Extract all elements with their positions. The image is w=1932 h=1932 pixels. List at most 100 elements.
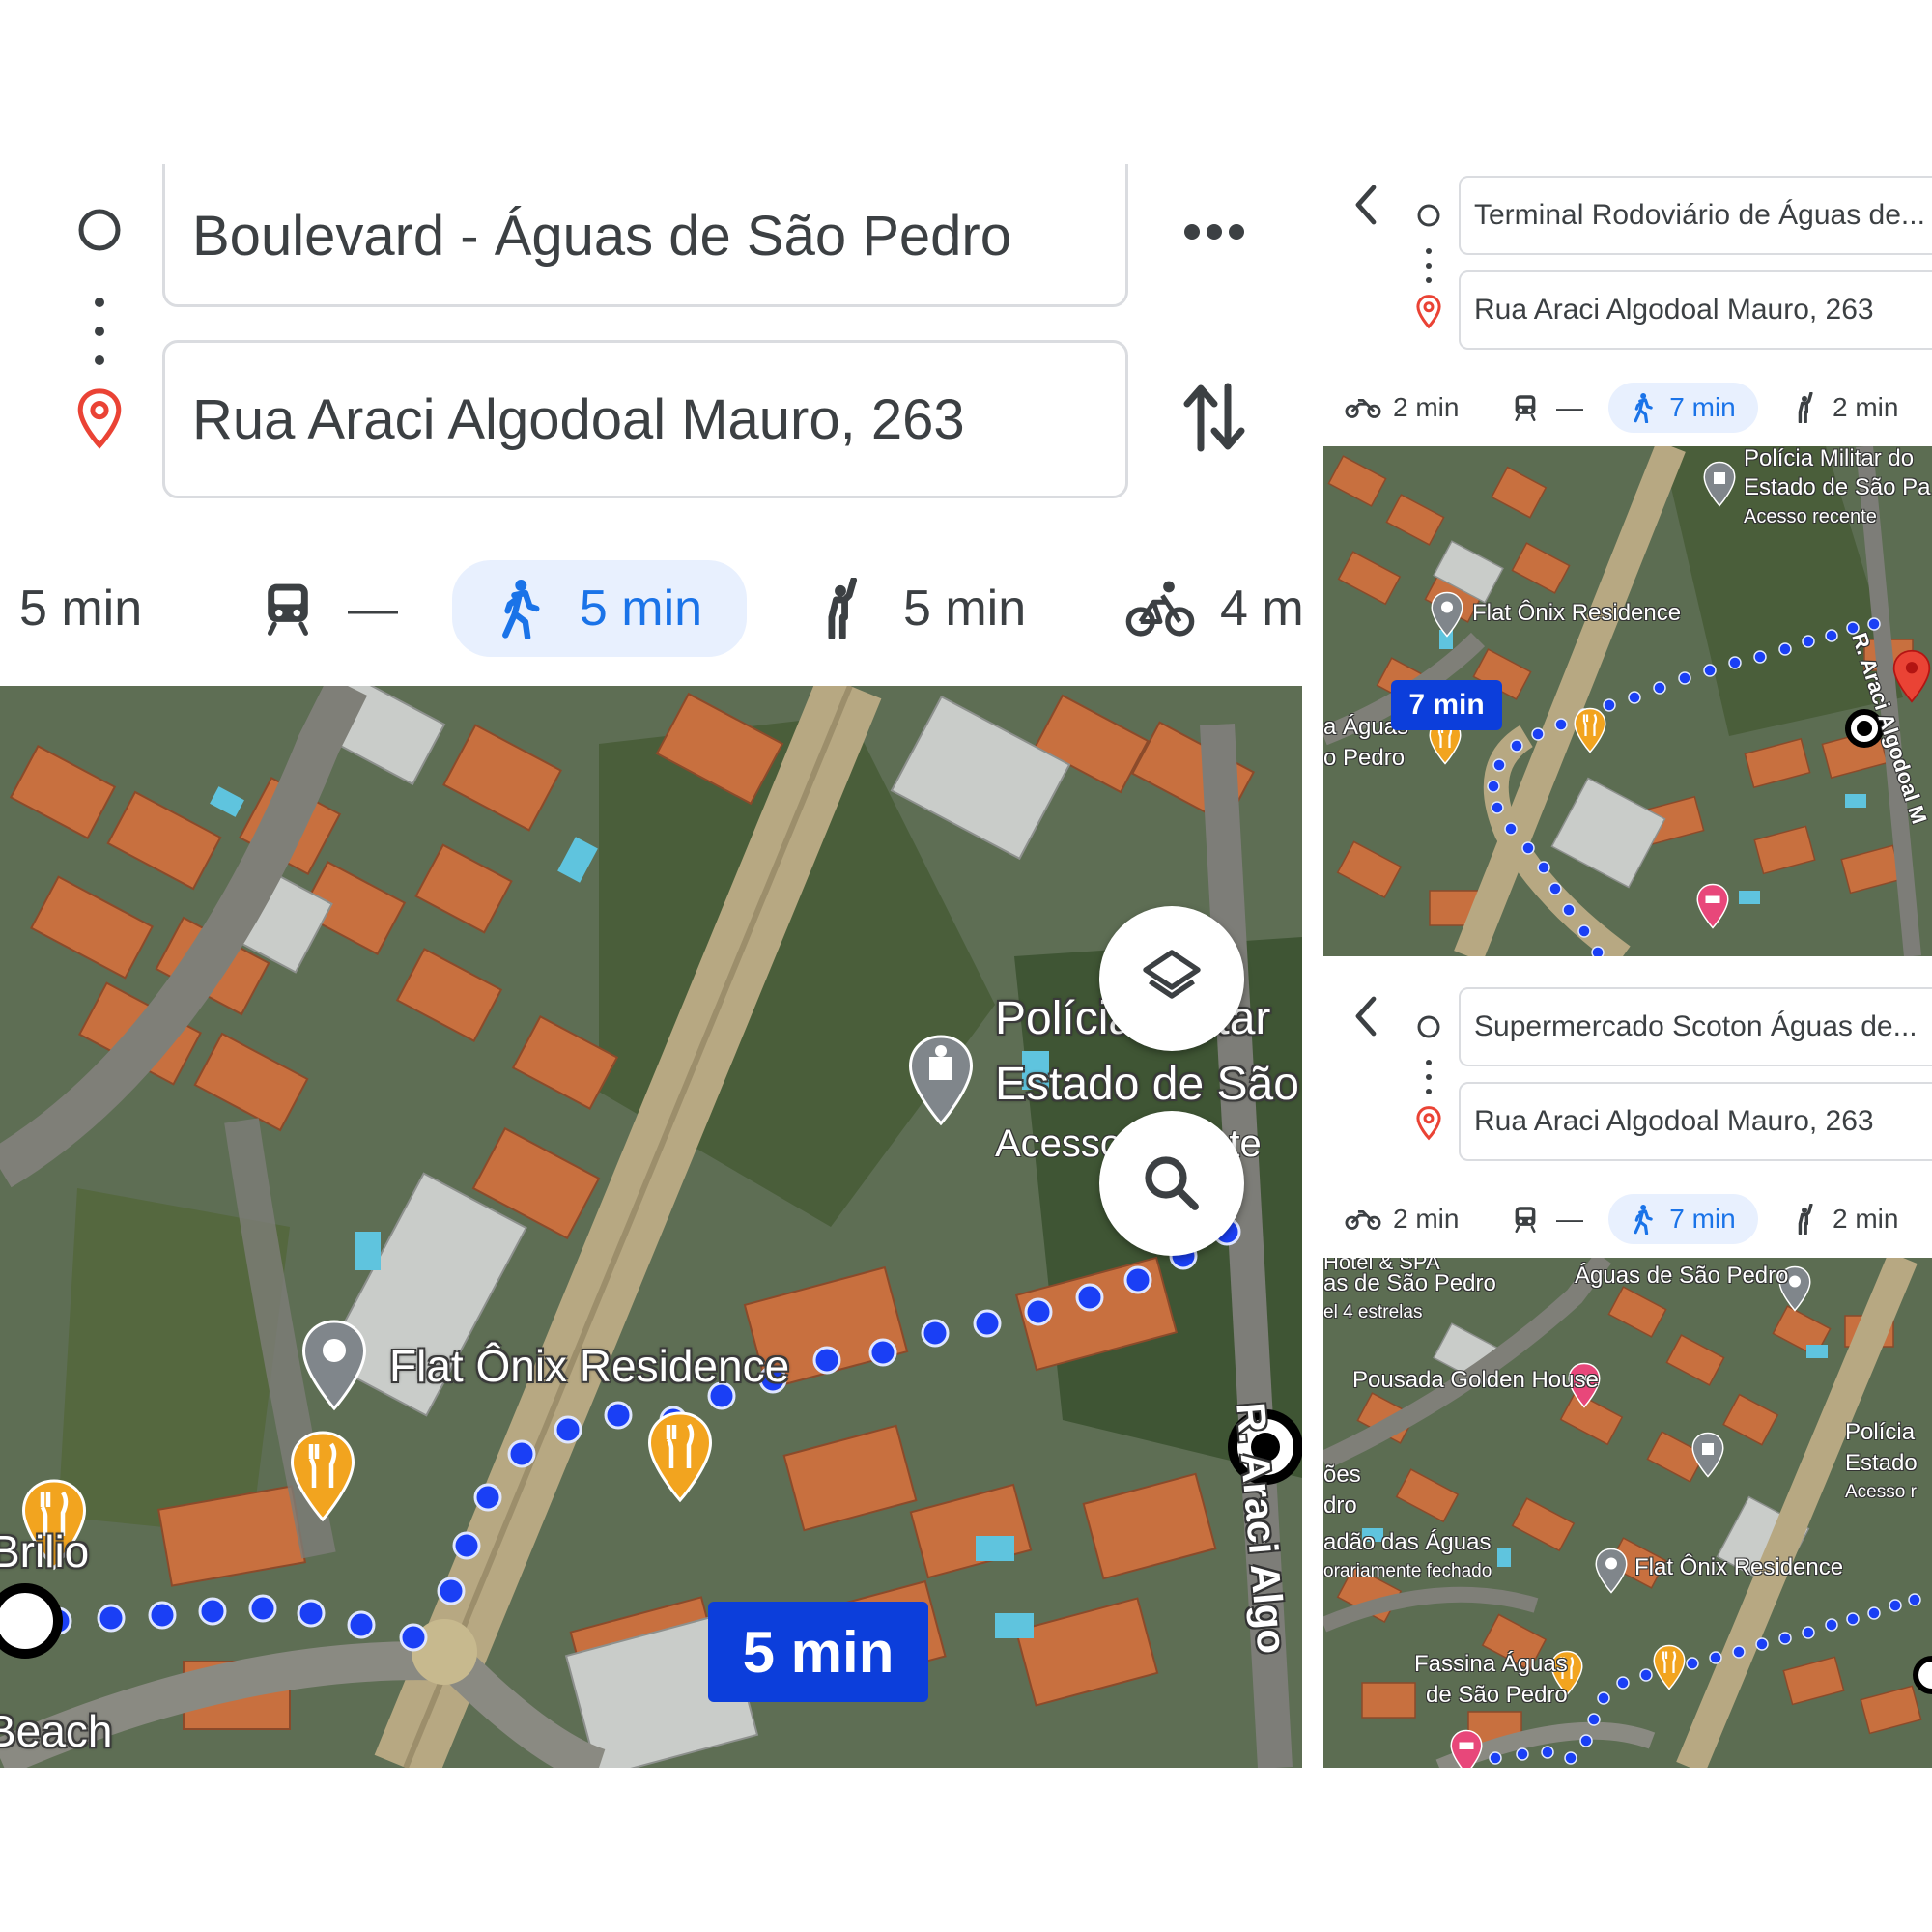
ride-hail-icon: [1798, 392, 1813, 423]
mode-bike[interactable]: 4 m: [1125, 578, 1302, 639]
swap-directions-icon[interactable]: [1183, 379, 1245, 456]
back-arrow-icon[interactable]: [1352, 184, 1379, 226]
poi-flat-onix[interactable]: Flat Ônix Residence: [1634, 1555, 1843, 1579]
poi-policia-line1[interactable]: Polícia: [1845, 1420, 1915, 1444]
poi-hotel-line3: el 4 estrelas: [1323, 1302, 1423, 1322]
destination-input[interactable]: Rua Araci Algodoal Mauro, 263: [1459, 270, 1932, 350]
ride-hail-icon: [1798, 1204, 1813, 1235]
mode-walk-label: 7 min: [1669, 1204, 1736, 1234]
poi-policia-recent: Acesso r: [1845, 1482, 1917, 1502]
map-imagery: [0, 686, 1302, 1768]
poi-flat-onix[interactable]: Flat Ônix Residence: [389, 1343, 789, 1390]
hotel-pin-icon[interactable]: [1449, 1729, 1484, 1768]
police-pin-icon[interactable]: [1702, 461, 1737, 507]
restaurant-pin-icon[interactable]: [1652, 1644, 1687, 1690]
destination-pin-icon: [1416, 295, 1441, 329]
mode-ride-hail-label: 5 min: [903, 581, 1027, 637]
mode-ride-hail[interactable]: 2 min: [1792, 1204, 1898, 1235]
destination-input[interactable]: Rua Araci Algodoal Mauro, 263: [162, 340, 1128, 498]
destination-input[interactable]: Rua Araci Algodoal Mauro, 263: [1459, 1082, 1932, 1161]
search-button[interactable]: [1099, 1111, 1244, 1256]
route-dots-icon: [1426, 1060, 1432, 1094]
police-pin-icon[interactable]: [1690, 1432, 1725, 1478]
mode-transit[interactable]: —: [1512, 1204, 1583, 1235]
destination-input-text: Rua Araci Algodoal Mauro, 263: [192, 387, 965, 451]
poi-aguas[interactable]: Águas de São Pedro: [1575, 1264, 1789, 1288]
eta-bubble: 7 min: [1391, 680, 1502, 730]
place-pin-icon[interactable]: [1594, 1548, 1629, 1594]
poi-pousada[interactable]: Pousada Golden House: [1352, 1368, 1599, 1392]
poi-aguas-line2: o Pedro: [1323, 745, 1406, 771]
layers-icon: [1143, 950, 1201, 999]
bike-icon: [1125, 581, 1195, 637]
ride-hail-icon: [828, 578, 858, 639]
satellite-map[interactable]: Hotel & SPA as de São Pedro el 4 estrela…: [1323, 1258, 1932, 1768]
poi-policia-line2: Estado: [1845, 1450, 1918, 1476]
mode-ride-hail-label: 2 min: [1833, 1204, 1899, 1234]
motorcycle-icon: [1345, 399, 1381, 418]
more-options-icon[interactable]: [1180, 217, 1248, 246]
destination-pin-icon[interactable]: [1891, 647, 1932, 705]
restaurant-pin-icon[interactable]: [645, 1410, 715, 1503]
mode-ride-hail[interactable]: 5 min: [816, 578, 1026, 639]
poi-hotel-line2: as de São Pedro: [1323, 1270, 1496, 1296]
destination-pin-icon: [1416, 1106, 1441, 1141]
poi-fassina-line1[interactable]: Fassina Águas: [1414, 1652, 1568, 1676]
poi-policia-line1[interactable]: Polícia Militar do: [1744, 446, 1914, 470]
poi-flat-onix[interactable]: Flat Ônix Residence: [1472, 601, 1681, 625]
motorcycle-icon: [1345, 1210, 1381, 1230]
layers-button[interactable]: [1099, 906, 1244, 1051]
mode-car[interactable]: 5 min: [0, 580, 142, 638]
hotel-pin-icon[interactable]: [1695, 883, 1730, 929]
origin-circle-icon: [1417, 204, 1440, 227]
mode-walk[interactable]: 7 min: [1608, 383, 1758, 433]
route-dots-icon: [1426, 248, 1432, 283]
mode-car-label: 5 min: [19, 581, 143, 637]
origin-input[interactable]: Boulevard - Águas de São Pedro: [162, 164, 1128, 307]
mode-ride-hail[interactable]: 2 min: [1792, 392, 1898, 423]
poi-policia-recent: Acesso recente: [1744, 506, 1877, 527]
poi-fassina-line2: de São Pedro: [1426, 1682, 1568, 1708]
mode-motorcycle[interactable]: 2 min: [1345, 392, 1459, 423]
mode-transit-label: —: [348, 581, 398, 637]
satellite-map[interactable]: Flat Ônix Residence Polícia Militar Esta…: [0, 686, 1302, 1768]
mode-bike-label: 4 m: [1220, 581, 1302, 637]
poi-brilio[interactable]: Brilio: [0, 1528, 89, 1576]
mode-transit[interactable]: —: [261, 580, 398, 638]
back-arrow-icon[interactable]: [1352, 995, 1379, 1037]
origin-input-text: Supermercado Scoton Águas de...: [1474, 1010, 1918, 1042]
mode-walk-label: 5 min: [579, 581, 703, 637]
poi-beach[interactable]: Beach: [0, 1708, 112, 1755]
transit-icon: [1515, 1207, 1536, 1233]
mode-walk[interactable]: 5 min: [452, 560, 747, 657]
origin-input[interactable]: Terminal Rodoviário de Águas de...: [1459, 176, 1932, 255]
destination-input-text: Rua Araci Algodoal Mauro, 263: [1474, 294, 1874, 326]
directions-panel-a: Terminal Rodoviário de Águas de... Rua A…: [1323, 164, 1932, 956]
mode-ride-hail-label: 2 min: [1833, 392, 1899, 422]
map-imagery: [1323, 1258, 1932, 1768]
walk-icon: [1634, 393, 1654, 423]
origin-input[interactable]: Supermercado Scoton Águas de...: [1459, 987, 1932, 1066]
walk-icon: [1634, 1205, 1654, 1235]
poi-policia-line2: Estado de São Pa: [1744, 474, 1931, 500]
travel-modes: 2 min — 7 min 2 min: [1323, 379, 1932, 437]
eta-bubble: 5 min: [708, 1602, 928, 1702]
satellite-map[interactable]: Polícia Militar do Estado de São Pa Aces…: [1323, 446, 1932, 956]
mode-walk[interactable]: 7 min: [1608, 1194, 1758, 1244]
restaurant-pin-icon[interactable]: [1573, 707, 1607, 753]
place-pin-icon[interactable]: [1430, 591, 1464, 638]
mode-transit-label: —: [1556, 392, 1583, 422]
origin-circle-icon: [1417, 1015, 1440, 1038]
mode-motorcycle-label: 2 min: [1393, 392, 1460, 422]
poi-cidadao[interactable]: adão das Águas: [1323, 1530, 1491, 1554]
poi-soes: ões: [1323, 1462, 1361, 1488]
mode-motorcycle[interactable]: 2 min: [1345, 1204, 1459, 1235]
place-pin-icon[interactable]: [299, 1319, 369, 1411]
mode-transit[interactable]: —: [1512, 392, 1583, 423]
mode-transit-label: —: [1556, 1204, 1583, 1234]
destination-pin-icon: [77, 388, 122, 449]
police-pin-icon[interactable]: [906, 1034, 976, 1126]
transit-icon: [1515, 395, 1536, 421]
restaurant-pin-icon[interactable]: [288, 1430, 357, 1522]
mode-walk-label: 7 min: [1669, 392, 1736, 422]
